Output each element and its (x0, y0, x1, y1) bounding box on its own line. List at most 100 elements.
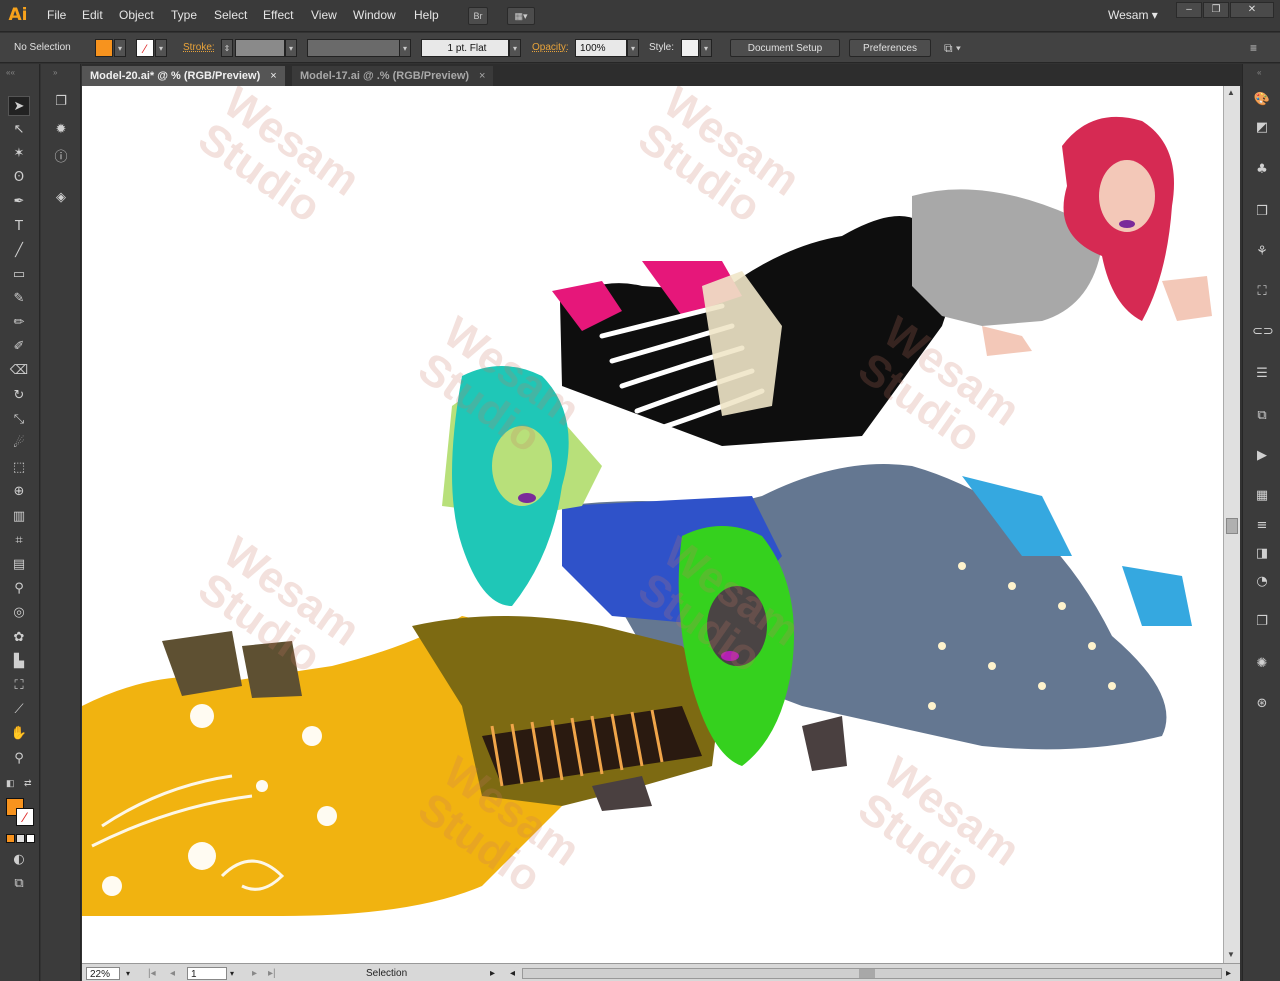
stroke-panel-icon[interactable]: ≡ (1252, 516, 1272, 536)
fill-swatch[interactable] (95, 39, 113, 57)
warp-tool-icon[interactable]: ☄ (8, 434, 30, 454)
links-panel-icon[interactable]: ⊂⊃ (1252, 322, 1274, 342)
artboard-tool-icon[interactable]: ⛶ (8, 676, 30, 696)
tab-model-20[interactable]: Model-20.ai* @ % (RGB/Preview) × (82, 66, 285, 86)
variable-width-profile[interactable] (307, 39, 405, 57)
collapse-dock-icon[interactable]: « (1257, 68, 1261, 77)
scroll-left-icon[interactable]: ◂ (510, 967, 515, 980)
blend-tool-icon[interactable]: ◎ (8, 603, 30, 623)
eyedropper-tool-icon[interactable]: ⚲ (8, 579, 30, 599)
rotate-tool-icon[interactable]: ↻ (8, 386, 30, 406)
color-guide-icon[interactable]: ◩ (1252, 118, 1272, 138)
free-transform-tool-icon[interactable]: ⬚ (8, 458, 30, 478)
scroll-up-icon[interactable]: ▲ (1227, 88, 1235, 97)
menu-window[interactable]: Window (353, 8, 396, 22)
transform-dock-icon[interactable]: ⛶ (1252, 282, 1272, 302)
appearance-dock-icon[interactable]: ⊛ (1252, 694, 1272, 714)
stroke-swatch[interactable]: ⁄ (136, 39, 154, 57)
model-figure-top[interactable] (552, 116, 1212, 446)
hand-tool-icon[interactable]: ✋ (8, 724, 30, 744)
artboard-canvas[interactable]: Wesam Studio Wesam Studio Wesam Studio Wesa… (82, 86, 1223, 963)
close-button[interactable]: ✕ (1230, 2, 1274, 18)
navigator-panel-icon[interactable]: ✺ (1252, 654, 1272, 674)
rectangle-tool-icon[interactable]: ▭ (8, 265, 30, 285)
color-mode-buttons[interactable] (6, 834, 36, 844)
menu-object[interactable]: Object (119, 8, 154, 22)
graphic-styles-icon[interactable]: ▦ (1252, 486, 1272, 506)
menu-edit[interactable]: Edit (82, 8, 103, 22)
stroke-weight-stepper[interactable]: ⇕ (221, 39, 233, 57)
direct-selection-tool-icon[interactable]: ↖ (8, 120, 30, 140)
arrange-icon[interactable]: ⧉ ▾ (944, 39, 974, 57)
appearance-panel-icon[interactable]: ❐ (1252, 612, 1272, 632)
brush-dropdown[interactable]: ▾ (509, 39, 521, 57)
lasso-tool-icon[interactable]: ʘ (8, 168, 30, 188)
stroke-swatch-dropdown[interactable]: ▾ (155, 39, 167, 57)
scroll-right-icon[interactable]: ▸ (1226, 967, 1231, 980)
artboard-number-field[interactable]: 1 (187, 967, 227, 980)
horizontal-scroll-thumb[interactable] (859, 969, 875, 978)
vertical-scrollbar[interactable]: ▲ ▼ (1223, 86, 1240, 963)
preferences-button[interactable]: Preferences (849, 39, 931, 57)
model-figure-bottom[interactable] (82, 526, 847, 916)
pencil-tool-icon[interactable]: ✏ (8, 313, 30, 333)
panel-menu-icon[interactable]: ≡ (1250, 39, 1270, 57)
symbol-sprayer-tool-icon[interactable]: ✿ (8, 628, 30, 648)
stroke-color-box[interactable]: ⁄ (16, 808, 34, 826)
next-artboard-icon[interactable]: ▸ (252, 967, 257, 980)
collapse-icon[interactable]: «« (6, 68, 15, 77)
screen-mode-icon[interactable]: ⧉ (8, 874, 30, 894)
restore-button[interactable]: ❐ (1203, 2, 1229, 18)
selection-tool-icon[interactable]: ➤ (8, 96, 30, 116)
arrange-documents-icon[interactable]: ▦▾ (507, 7, 535, 25)
tab-model-17[interactable]: Model-17.ai @ .% (RGB/Preview) × (292, 66, 494, 86)
menu-help[interactable]: Help (414, 8, 439, 22)
pen-tool-icon[interactable]: ✒ (8, 192, 30, 212)
menu-effect[interactable]: Effect (263, 8, 293, 22)
menu-view[interactable]: View (311, 8, 337, 22)
draw-mode-icon[interactable]: ◐ (8, 850, 30, 870)
menu-type[interactable]: Type (171, 8, 197, 22)
workspace-switcher[interactable]: Wesam ▾ (1108, 8, 1158, 22)
gradient-panel-icon[interactable]: ◨ (1252, 544, 1272, 564)
swatches-panel-icon[interactable]: ♣ (1252, 160, 1272, 180)
pathfinder-panel-icon[interactable]: ⧉ (1252, 406, 1272, 426)
artboard-dropdown-icon[interactable]: ▾ (230, 967, 242, 980)
style-dropdown[interactable]: ▾ (700, 39, 712, 57)
actions-panel-icon[interactable]: ▶ (1252, 446, 1272, 466)
stroke-weight-dropdown[interactable]: ▾ (285, 39, 297, 57)
bridge-button[interactable]: Br (468, 7, 488, 25)
close-tab-icon[interactable]: × (479, 70, 485, 82)
stroke-label[interactable]: Stroke: (183, 39, 215, 57)
fill-dropdown[interactable]: ▾ (114, 39, 126, 57)
transform-panel-icon[interactable]: ✹ (51, 120, 71, 140)
shape-builder-tool-icon[interactable]: ⊕ (8, 482, 30, 502)
slice-tool-icon[interactable]: ⟋ (8, 700, 30, 720)
stroke-weight-field[interactable] (235, 39, 285, 57)
last-artboard-icon[interactable]: ▸| (268, 967, 276, 980)
magic-wand-tool-icon[interactable]: ✶ (8, 144, 30, 164)
scroll-thumb[interactable] (1226, 518, 1238, 534)
previous-artboard-icon[interactable]: ◂ (170, 967, 175, 980)
gradient-tool-icon[interactable]: ▤ (8, 555, 30, 575)
menu-select[interactable]: Select (214, 8, 247, 22)
paintbrush-tool-icon[interactable]: ✎ (8, 289, 30, 309)
transparency-panel-icon[interactable]: ◔ (1252, 572, 1272, 592)
symbols-panel-icon[interactable]: ⚘ (1252, 242, 1272, 262)
eraser-tool-icon[interactable]: ⌫ (8, 361, 30, 381)
opacity-field[interactable]: 100% (575, 39, 627, 57)
column-graph-tool-icon[interactable]: ▙ (8, 652, 30, 672)
document-setup-button[interactable]: Document Setup (730, 39, 840, 57)
line-tool-icon[interactable]: ╱ (8, 241, 30, 261)
zoom-field[interactable]: 22% (86, 967, 120, 980)
brushes-panel-icon[interactable]: ❒ (1252, 202, 1272, 222)
default-colors-icon[interactable]: ◧ (6, 778, 18, 790)
minimize-button[interactable]: – (1176, 2, 1202, 18)
variable-width-dropdown[interactable]: ▾ (399, 39, 411, 57)
opacity-label[interactable]: Opacity: (532, 39, 569, 57)
zoom-dropdown-icon[interactable]: ▾ (122, 967, 134, 980)
opacity-dropdown[interactable]: ▾ (627, 39, 639, 57)
first-artboard-icon[interactable]: |◂ (148, 967, 156, 980)
scroll-down-icon[interactable]: ▼ (1227, 950, 1235, 959)
layers-panel-icon[interactable]: ◈ (51, 188, 71, 208)
